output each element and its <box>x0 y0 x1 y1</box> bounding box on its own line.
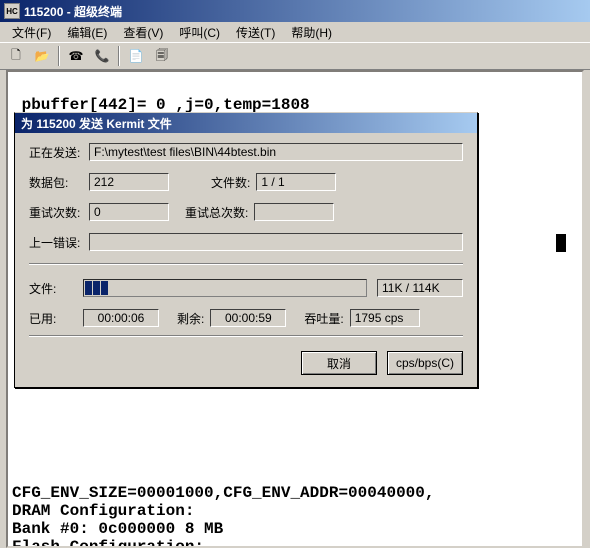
separator <box>58 46 60 66</box>
progress-chunk <box>101 281 108 295</box>
window-titlebar: HC 115200 - 超级终端 <box>0 0 590 22</box>
progress-chunk <box>93 281 100 295</box>
packet-field: 212 <box>89 173 169 191</box>
toolbar: 🗋 📂 ☎ 📞 📄 🗐 <box>0 42 590 70</box>
label-elapsed: 已用: <box>29 310 83 327</box>
app-icon: HC <box>4 3 20 19</box>
menu-file[interactable]: 文件(F) <box>4 22 59 43</box>
label-files: 文件数: <box>211 174 250 191</box>
retries-field: 0 <box>89 203 169 221</box>
file-progress-field: 11K / 114K <box>377 279 463 297</box>
divider <box>29 263 463 265</box>
new-doc-icon[interactable]: 🗋 <box>4 45 28 67</box>
label-sending: 正在发送: <box>29 144 89 161</box>
props-icon[interactable]: 🗐 <box>150 45 174 67</box>
window-title: 115200 - 超级终端 <box>24 3 122 20</box>
label-last-error: 上一错误: <box>29 234 89 251</box>
label-throughput: 吞吐量: <box>304 310 343 327</box>
cancel-button[interactable]: 取消 <box>301 351 377 375</box>
throughput-field: 1795 cps <box>350 309 420 327</box>
menu-view[interactable]: 查看(V) <box>115 22 171 43</box>
dialog-title-text: 为 115200 发送 Kermit 文件 <box>21 115 172 132</box>
menu-transfer[interactable]: 传送(T) <box>228 22 283 43</box>
label-retries: 重试次数: <box>29 204 89 221</box>
divider <box>29 335 463 337</box>
send-icon[interactable]: 📄 <box>124 45 148 67</box>
menu-help[interactable]: 帮助(H) <box>283 22 340 43</box>
menubar: 文件(F) 编辑(E) 查看(V) 呼叫(C) 传送(T) 帮助(H) <box>0 22 590 42</box>
files-field: 1 / 1 <box>256 173 336 191</box>
label-retries-total: 重试总次数: <box>185 204 248 221</box>
disconnect-icon[interactable]: 📞 <box>90 45 114 67</box>
last-error-field <box>89 233 463 251</box>
label-remaining: 剩余: <box>177 310 204 327</box>
dialog-titlebar: 为 115200 发送 Kermit 文件 <box>15 113 477 133</box>
menu-edit[interactable]: 编辑(E) <box>59 22 115 43</box>
elapsed-field: 00:00:06 <box>83 309 159 327</box>
text-cursor <box>556 234 566 252</box>
progress-chunk <box>85 281 92 295</box>
open-icon[interactable]: 📂 <box>30 45 54 67</box>
kermit-send-dialog: 为 115200 发送 Kermit 文件 正在发送: F:\mytest\te… <box>14 112 478 388</box>
progress-bar <box>83 279 367 297</box>
connect-icon[interactable]: ☎ <box>64 45 88 67</box>
cpsbps-button[interactable]: cps/bps(C) <box>387 351 463 375</box>
separator <box>118 46 120 66</box>
label-file: 文件: <box>29 280 83 297</box>
retries-total-field <box>254 203 334 221</box>
terminal-bottom-text: CFG_ENV_SIZE=00001000,CFG_ENV_ADDR=00040… <box>12 484 434 548</box>
remaining-field: 00:00:59 <box>210 309 286 327</box>
menu-call[interactable]: 呼叫(C) <box>171 22 228 43</box>
label-packet: 数据包: <box>29 174 89 191</box>
sending-path-field: F:\mytest\test files\BIN\44btest.bin <box>89 143 463 161</box>
